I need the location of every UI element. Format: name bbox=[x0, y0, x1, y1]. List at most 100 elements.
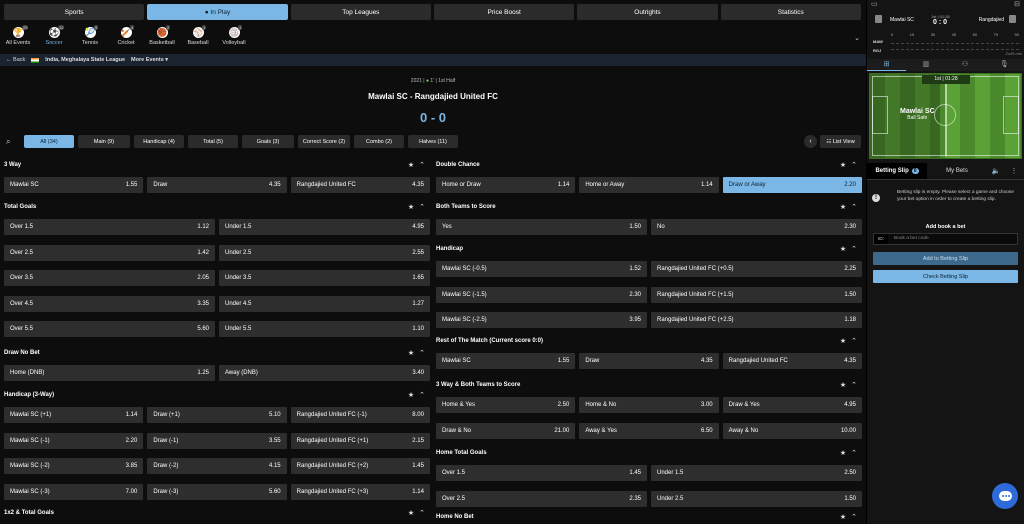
chevron-left-icon[interactable]: ‹ bbox=[804, 135, 817, 148]
odds-button[interactable]: Draw & No 21.00 bbox=[436, 422, 576, 439]
odds-button[interactable]: Mawlai SC (-3) 7.00 bbox=[4, 483, 144, 500]
odds-button[interactable]: Away & Yes 6.50 bbox=[579, 422, 719, 439]
odds-button[interactable]: Over 4.5 3.35 bbox=[4, 295, 215, 312]
league-name[interactable]: India, Meghalaya State League bbox=[45, 57, 125, 63]
star-icon[interactable]: ★⌃ bbox=[840, 337, 862, 345]
star-icon[interactable]: ★⌃ bbox=[840, 449, 862, 457]
list-view-button[interactable]: ☷ List View bbox=[820, 135, 861, 148]
odds-button[interactable]: Mawlai SC (-1.5) 2.30 bbox=[436, 286, 647, 303]
odds-button[interactable]: Rangdajied United FC (+3) 1.14 bbox=[290, 483, 430, 500]
market-header[interactable]: 1x2 & Total Goals ★⌃ bbox=[4, 506, 430, 520]
market-header[interactable]: Handicap ★⌃ bbox=[436, 242, 862, 256]
tab-my-bets[interactable]: My Bets bbox=[927, 163, 987, 179]
odds-button[interactable]: Draw or Away 2.20 bbox=[722, 177, 862, 193]
market-header[interactable]: Home Total Goals ★⌃ bbox=[436, 446, 862, 460]
nav-tab-3[interactable]: Price Boost bbox=[433, 4, 575, 20]
odds-button[interactable]: Under 1.5 2.50 bbox=[651, 465, 862, 481]
tab-3[interactable]: Total (5) bbox=[188, 135, 238, 148]
odds-button[interactable]: Under 4.5 1.27 bbox=[219, 295, 430, 312]
odds-button[interactable]: Over 2.5 1.42 bbox=[4, 244, 215, 261]
back-link[interactable]: ← Back bbox=[6, 57, 25, 63]
odds-button[interactable]: Home (DNB) 1.25 bbox=[4, 365, 215, 381]
odds-button[interactable]: Rangdajied United FC (+1) 2.15 bbox=[290, 432, 430, 449]
odds-button[interactable]: Rangdajied United FC (+2) 1.45 bbox=[290, 458, 430, 474]
odds-button[interactable]: Mawlai SC (-1) 2.20 bbox=[4, 432, 144, 449]
star-icon[interactable]: ★⌃ bbox=[408, 391, 430, 399]
market-header[interactable]: 3 Way & Both Teams to Score ★⌃ bbox=[436, 378, 862, 392]
speaker-icon[interactable]: 🔈 bbox=[987, 163, 1005, 179]
odds-button[interactable]: Over 1.5 1.12 bbox=[4, 219, 215, 235]
odds-button[interactable]: Away (DNB) 3.40 bbox=[219, 365, 430, 381]
search-icon[interactable]: ⌕ bbox=[6, 137, 10, 147]
nav-tab-0[interactable]: Sports bbox=[4, 4, 145, 20]
odds-button[interactable]: Rangdajied United FC 4.35 bbox=[290, 177, 430, 193]
microphone-icon[interactable]: 🎙 bbox=[985, 59, 1024, 71]
odds-button[interactable]: Yes 1.50 bbox=[436, 219, 647, 235]
tv-icon[interactable]: ▭ bbox=[871, 0, 878, 9]
odds-button[interactable]: Home or Draw 1.14 bbox=[436, 177, 576, 193]
star-icon[interactable]: ★⌃ bbox=[840, 161, 862, 169]
odds-button[interactable]: Mawlai SC (+1) 1.14 bbox=[4, 407, 144, 423]
tab-0[interactable]: All (34) bbox=[24, 135, 74, 148]
odds-button[interactable]: Rangdajied United FC (+0.5) 2.25 bbox=[651, 261, 862, 277]
nav-tab-1[interactable]: ● In Play bbox=[147, 4, 288, 20]
market-header[interactable]: Both Teams to Score ★⌃ bbox=[436, 200, 862, 214]
odds-button[interactable]: Mawlai SC (-0.5) 1.52 bbox=[436, 261, 647, 277]
more-events-link[interactable]: More Events ▾ bbox=[131, 57, 168, 63]
odds-button[interactable]: Under 3.5 1.65 bbox=[219, 270, 430, 286]
odds-button[interactable]: Mawlai SC (-2) 3.85 bbox=[4, 458, 144, 474]
star-icon[interactable]: ★⌃ bbox=[840, 203, 862, 211]
star-icon[interactable]: ★⌃ bbox=[408, 203, 430, 211]
odds-button[interactable]: Home & Yes 2.50 bbox=[436, 397, 576, 413]
tab-5[interactable]: Correct Score (2) bbox=[298, 135, 350, 148]
lineup-icon[interactable]: ⚇ bbox=[946, 59, 985, 71]
tab-4[interactable]: Goals (3) bbox=[242, 135, 294, 148]
stats-icon[interactable]: ▥ bbox=[906, 59, 945, 71]
star-icon[interactable]: ★⌃ bbox=[840, 245, 862, 253]
odds-button[interactable]: Under 1.5 4.95 bbox=[219, 219, 430, 235]
star-icon[interactable]: ★⌃ bbox=[408, 349, 430, 357]
odds-button[interactable]: Home & No 3.00 bbox=[579, 397, 719, 413]
odds-button[interactable]: Mawlai SC 1.55 bbox=[4, 177, 144, 193]
pitch-view-icon[interactable]: ⊞ bbox=[867, 59, 907, 71]
odds-button[interactable]: Under 2.5 1.50 bbox=[651, 490, 862, 507]
nav-tab-2[interactable]: Top Leagues bbox=[290, 4, 431, 20]
market-header[interactable]: Total Goals ★⌃ bbox=[4, 200, 430, 214]
odds-button[interactable]: Under 5.5 1.10 bbox=[219, 321, 430, 337]
nav-tab-5[interactable]: Statistics bbox=[720, 4, 861, 20]
sport-item-1[interactable]: ⚽ 12 Soccer bbox=[36, 24, 72, 52]
sport-item-2[interactable]: 🎾 9 Tennis bbox=[72, 24, 108, 52]
odds-button[interactable]: Away & No 10.00 bbox=[722, 422, 862, 439]
odds-button[interactable]: Rangdajied United FC (+2.5) 1.18 bbox=[651, 312, 862, 328]
star-icon[interactable]: ★⌃ bbox=[840, 513, 862, 521]
odds-button[interactable]: No 2.30 bbox=[651, 219, 862, 235]
tab-betting-slip[interactable]: Betting Slip 0 bbox=[867, 163, 927, 179]
book-code-input[interactable]: Book a bet code bbox=[888, 234, 1017, 244]
check-betslip-button[interactable]: Check Betting Slip bbox=[873, 270, 1018, 283]
odds-button[interactable]: Over 3.5 2.05 bbox=[4, 270, 215, 286]
odds-button[interactable]: Mawlai SC 1.55 bbox=[436, 353, 576, 369]
tab-2[interactable]: Handicap (4) bbox=[134, 135, 184, 148]
chevron-down-icon[interactable]: ⌄ bbox=[854, 34, 860, 42]
odds-button[interactable]: Rangdajied United FC (+1.5) 1.50 bbox=[651, 286, 862, 303]
market-header[interactable]: Handicap (3-Way) ★⌃ bbox=[4, 388, 430, 402]
sport-item-0[interactable]: 🏆 25 All Events bbox=[0, 24, 36, 52]
chat-button[interactable] bbox=[992, 483, 1018, 509]
sport-item-6[interactable]: 🏐 1 Volleyball bbox=[216, 24, 252, 52]
sport-item-4[interactable]: 🏀 2 Basketball bbox=[144, 24, 180, 52]
sport-item-5[interactable]: ⚾ 1 Baseball bbox=[180, 24, 216, 52]
market-header[interactable]: Rest of The Match (Current score 0:0) ★⌃ bbox=[436, 334, 862, 348]
nav-tab-4[interactable]: Outrights bbox=[577, 4, 718, 20]
odds-button[interactable]: Rangdajied United FC (-1) 8.00 bbox=[290, 407, 430, 423]
odds-button[interactable]: Over 5.5 5.60 bbox=[4, 321, 215, 337]
odds-button[interactable]: Rangdajied United FC 4.35 bbox=[722, 353, 862, 369]
odds-button[interactable]: Draw (-3) 5.60 bbox=[147, 483, 287, 500]
add-to-betslip-button[interactable]: Add to Betting Slip bbox=[873, 252, 1018, 265]
star-icon[interactable]: ★⌃ bbox=[408, 509, 430, 517]
tab-6[interactable]: Combo (2) bbox=[354, 135, 404, 148]
star-icon[interactable]: ★⌃ bbox=[408, 161, 430, 169]
tab-1[interactable]: Main (9) bbox=[78, 135, 130, 148]
sport-item-3[interactable]: 🏏 4 Cricket bbox=[108, 24, 144, 52]
pitch-icon[interactable]: ⊟ bbox=[1014, 0, 1020, 9]
market-header[interactable]: Home No Bet ★⌃ bbox=[436, 510, 862, 524]
